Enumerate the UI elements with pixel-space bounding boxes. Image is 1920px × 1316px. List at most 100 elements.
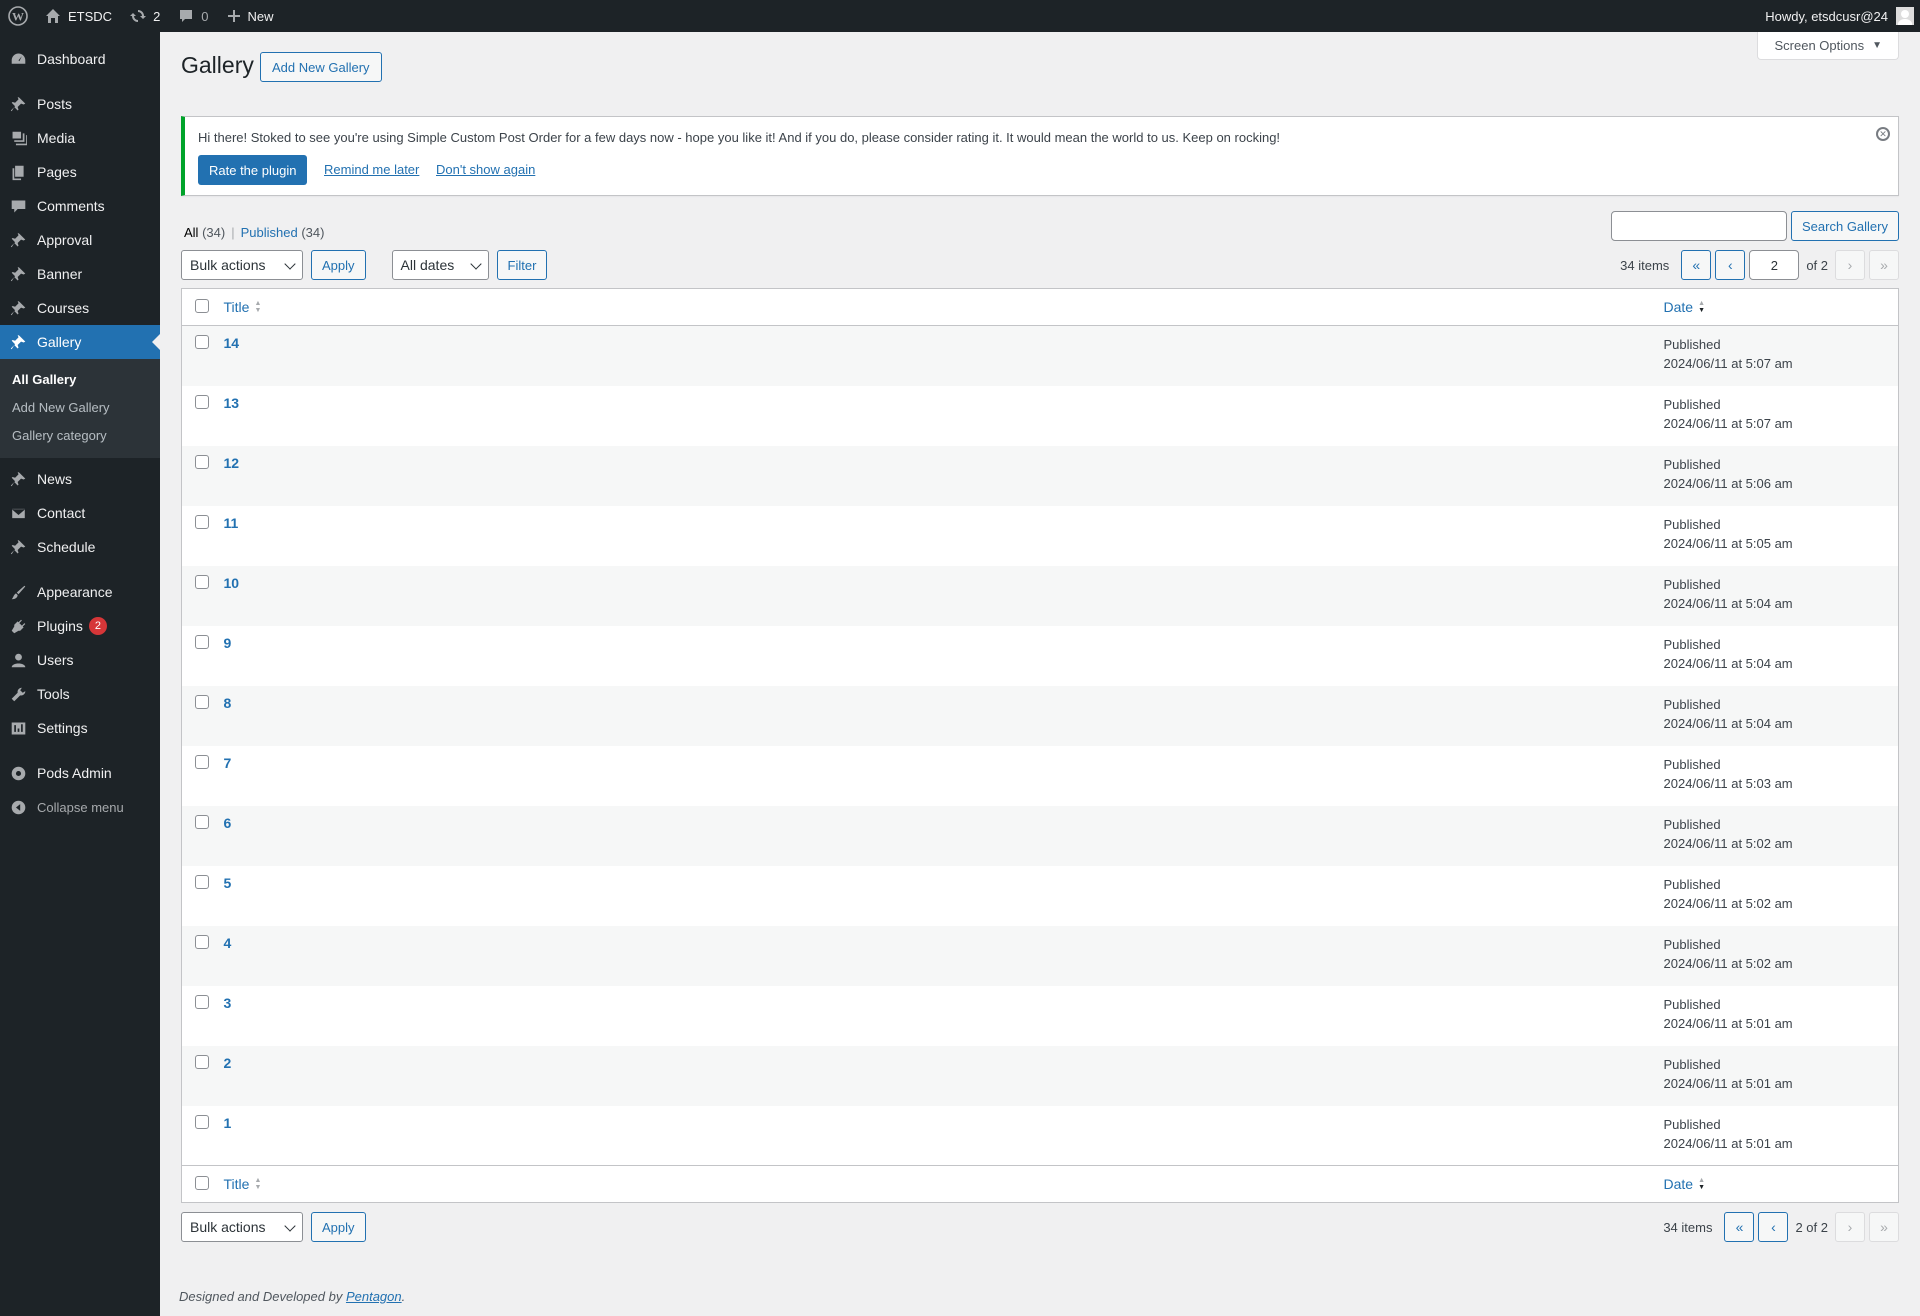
site-name-link[interactable]: ETSDC	[36, 0, 121, 32]
table-row: 6 Published 2024/06/11 at 5:02 am	[181, 805, 1899, 866]
apply-bulk-button-bottom[interactable]: Apply	[311, 1212, 366, 1242]
menu-courses[interactable]: Courses	[0, 291, 160, 325]
view-published-label: Published	[240, 225, 298, 240]
menu-contact[interactable]: Contact	[0, 496, 160, 530]
sort-by-date-link-bottom[interactable]: Date ▲ ▼	[1664, 1175, 1706, 1194]
menu-schedule[interactable]: Schedule	[0, 530, 160, 564]
submenu-all-gallery[interactable]: All Gallery	[0, 366, 160, 394]
add-new-gallery-button[interactable]: Add New Gallery	[260, 52, 382, 82]
row-checkbox[interactable]	[195, 754, 209, 769]
sort-by-title-link[interactable]: Title ▲ ▼	[224, 299, 262, 315]
menu-media[interactable]: Media	[0, 121, 160, 155]
bulk-actions-value: Bulk actions	[190, 257, 266, 273]
row-checkbox[interactable]	[195, 934, 209, 949]
view-published-link[interactable]: Published (34)	[241, 225, 325, 240]
menu-appearance[interactable]: Appearance	[0, 575, 160, 609]
menu-label: Comments	[37, 198, 105, 214]
row-checkbox[interactable]	[195, 814, 209, 829]
plus-icon	[227, 9, 241, 23]
submenu-gallery-category[interactable]: Gallery category	[0, 422, 160, 450]
footer-text: Designed and Developed by	[179, 1289, 346, 1304]
my-account-link[interactable]: Howdy, etsdcusr@24	[1756, 0, 1920, 32]
last-page-button-bottom[interactable]: »	[1869, 1212, 1899, 1242]
row-checkbox[interactable]	[195, 514, 209, 529]
select-all-checkbox-bottom[interactable]	[195, 1175, 209, 1190]
footer-credit-link[interactable]: Pentagon	[346, 1289, 402, 1304]
row-title-link[interactable]: 7	[224, 755, 232, 771]
row-title-link[interactable]: 2	[224, 1055, 232, 1071]
next-page-button[interactable]: ›	[1835, 250, 1865, 280]
first-page-button[interactable]: «	[1681, 250, 1712, 280]
wordpress-logo-icon[interactable]: W	[0, 0, 36, 32]
row-checkbox[interactable]	[195, 634, 209, 649]
table-row: 9 Published 2024/06/11 at 5:04 am	[182, 626, 1899, 686]
sort-by-date-link[interactable]: Date ▲ ▼	[1664, 298, 1706, 317]
row-title-link[interactable]: 3	[224, 995, 232, 1011]
row-title-link[interactable]: 5	[224, 875, 232, 891]
title-column-label: Title	[223, 299, 250, 315]
menu-comments[interactable]: Comments	[0, 189, 160, 223]
rate-plugin-button[interactable]: Rate the plugin	[198, 155, 308, 185]
screen-options-button[interactable]: Screen Options ▼	[1757, 32, 1899, 60]
current-page-input[interactable]: 2	[1749, 250, 1800, 280]
new-content-link[interactable]: New	[218, 0, 283, 32]
bulk-actions-select-bottom[interactable]: Bulk actions	[181, 1212, 303, 1242]
row-title-link[interactable]: 12	[224, 455, 240, 471]
collapse-menu-button[interactable]: Collapse menu	[0, 790, 160, 824]
select-all-cell	[181, 288, 224, 326]
dismiss-notice-icon[interactable]: ✕	[1876, 127, 1890, 141]
submenu-add-new-gallery[interactable]: Add New Gallery	[0, 394, 160, 422]
row-title-link[interactable]: 10	[224, 575, 240, 591]
row-title-link[interactable]: 14	[224, 335, 240, 351]
row-title-link[interactable]: 8	[224, 695, 232, 711]
first-page-button-bottom[interactable]: «	[1724, 1212, 1755, 1242]
row-checkbox[interactable]	[195, 335, 209, 349]
menu-banner[interactable]: Banner	[0, 257, 160, 291]
menu-news[interactable]: News	[0, 462, 160, 496]
menu-posts[interactable]: Posts	[0, 87, 160, 121]
menu-gallery[interactable]: Gallery	[0, 325, 160, 359]
sort-by-title-link-bottom[interactable]: Title ▲ ▼	[224, 1176, 262, 1192]
row-checkbox[interactable]	[195, 454, 209, 469]
view-all-link[interactable]: All (34)	[184, 225, 225, 240]
items-count: 34 items	[1620, 257, 1670, 273]
bulk-actions-select[interactable]: Bulk actions	[181, 250, 303, 280]
filter-button[interactable]: Filter	[496, 250, 548, 280]
row-title-link[interactable]: 13	[224, 395, 240, 411]
row-title-link[interactable]: 6	[224, 815, 232, 831]
row-checkbox[interactable]	[195, 574, 209, 589]
updates-link[interactable]: 2	[121, 0, 169, 32]
comments-link[interactable]: 0	[169, 0, 217, 32]
row-checkbox[interactable]	[195, 1054, 209, 1069]
remind-later-link[interactable]: Remind me later	[324, 162, 419, 177]
menu-plugins[interactable]: Plugins 2	[0, 609, 160, 643]
select-all-checkbox[interactable]	[195, 298, 209, 313]
row-title-link[interactable]: 1	[224, 1115, 232, 1131]
row-checkbox[interactable]	[195, 994, 209, 1009]
menu-settings[interactable]: Settings	[0, 711, 160, 745]
row-status: Published	[1663, 636, 1721, 652]
prev-page-button-bottom[interactable]: ‹	[1758, 1212, 1789, 1242]
search-gallery-button[interactable]: Search Gallery	[1791, 211, 1899, 241]
menu-dashboard[interactable]: Dashboard	[0, 42, 160, 76]
last-page-button[interactable]: »	[1869, 250, 1899, 280]
row-checkbox[interactable]	[195, 694, 209, 709]
dont-show-again-link[interactable]: Don't show again	[436, 162, 535, 177]
menu-pages[interactable]: Pages	[0, 155, 160, 189]
row-date-cell: Published 2024/06/11 at 5:03 am	[1664, 746, 1899, 806]
row-title-link[interactable]: 9	[224, 635, 232, 651]
date-filter-select[interactable]: All dates	[391, 250, 489, 280]
next-page-button-bottom[interactable]: ›	[1835, 1212, 1865, 1242]
menu-users[interactable]: Users	[0, 643, 160, 677]
apply-bulk-button[interactable]: Apply	[311, 250, 366, 280]
prev-page-button[interactable]: ‹	[1715, 250, 1746, 280]
menu-approval[interactable]: Approval	[0, 223, 160, 257]
row-checkbox[interactable]	[195, 394, 209, 409]
search-input[interactable]	[1611, 211, 1788, 241]
row-checkbox[interactable]	[195, 874, 209, 889]
row-title-link[interactable]: 11	[224, 515, 239, 531]
row-title-link[interactable]: 4	[224, 935, 232, 951]
row-checkbox[interactable]	[195, 1114, 209, 1129]
menu-tools[interactable]: Tools	[0, 677, 160, 711]
menu-pods-admin[interactable]: Pods Admin	[0, 756, 160, 790]
